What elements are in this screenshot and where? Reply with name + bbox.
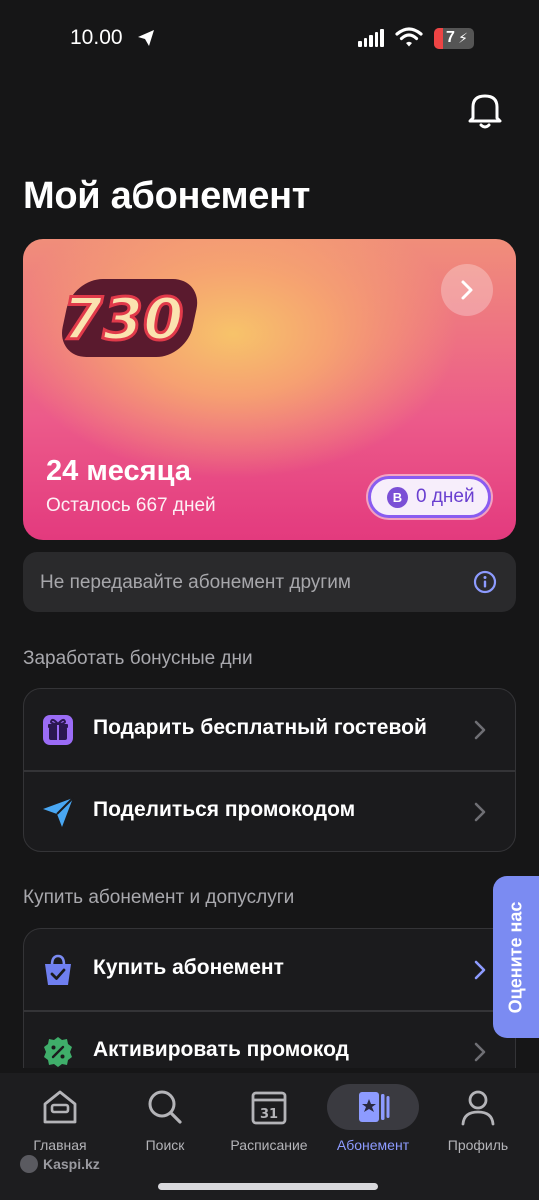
home-indicator[interactable] bbox=[158, 1183, 378, 1190]
calendar-day: 31 bbox=[260, 1107, 278, 1122]
bonus-days: 0 дней bbox=[416, 486, 475, 507]
shopping-bag-icon bbox=[45, 954, 71, 985]
nav-label: Главная bbox=[33, 1137, 87, 1153]
watermark-text: Kaspi.kz bbox=[43, 1156, 100, 1172]
signal-icon bbox=[358, 29, 384, 47]
send-icon bbox=[43, 797, 74, 827]
nav-label: Профиль bbox=[447, 1137, 509, 1153]
info-icon[interactable] bbox=[473, 570, 497, 594]
status-time: 10.00 bbox=[70, 26, 123, 49]
page-title: Мой абонемент bbox=[23, 175, 311, 217]
row-label: Купить абонемент bbox=[93, 956, 284, 979]
nav-label: Абонемент bbox=[336, 1137, 410, 1153]
share-promo-row[interactable]: Поделиться промокодом bbox=[24, 771, 515, 851]
club-logo: 730 bbox=[61, 279, 198, 357]
gift-icon bbox=[43, 715, 73, 745]
nav-label: Расписание bbox=[230, 1137, 308, 1153]
bottom-nav: Главная Поиск 31 Расписание Абонемент Пр… bbox=[0, 1073, 539, 1200]
home-icon bbox=[43, 1090, 77, 1124]
membership-card-icon bbox=[359, 1092, 390, 1122]
chevron-right-icon bbox=[461, 280, 473, 300]
notice-text: Не передавайте абонемент другим bbox=[40, 572, 351, 593]
nav-profile[interactable]: Профиль bbox=[424, 1073, 532, 1163]
buy-list: Купить абонемент Активировать промокод bbox=[23, 928, 516, 1068]
row-label: Подарить бесплатный гостевой bbox=[93, 716, 427, 739]
chevron-right-icon bbox=[474, 960, 486, 980]
gift-guest-row[interactable]: Подарить бесплатный гостевой bbox=[24, 689, 515, 770]
bonus-section-label: Заработать бонусные дни bbox=[23, 648, 253, 669]
bonus-badge-icon: B bbox=[387, 486, 408, 508]
bonus-list: Подарить бесплатный гостевой Поделиться … bbox=[23, 688, 516, 852]
bell-icon[interactable] bbox=[463, 88, 507, 132]
calendar-icon: 31 bbox=[251, 1091, 287, 1125]
logo-text: 730 bbox=[62, 285, 183, 353]
activate-promo-row[interactable]: Активировать промокод bbox=[24, 1011, 515, 1068]
kaspi-watermark: Kaspi.kz bbox=[20, 1155, 100, 1173]
chevron-right-icon bbox=[474, 1042, 486, 1062]
nav-search[interactable]: Поиск bbox=[111, 1073, 219, 1163]
subscription-card[interactable]: 730 24 месяца Осталось 667 дней B 0 дней bbox=[23, 239, 516, 540]
card-open-button[interactable] bbox=[441, 264, 493, 316]
chevron-right-icon bbox=[474, 802, 486, 822]
transfer-notice: Не передавайте абонемент другим bbox=[23, 552, 516, 612]
kaspi-logo-icon bbox=[20, 1155, 38, 1173]
nav-membership[interactable]: Абонемент bbox=[319, 1073, 427, 1163]
rate-us-label: Оцените нас bbox=[505, 901, 526, 1013]
wifi-icon bbox=[395, 27, 423, 47]
nav-label: Поиск bbox=[145, 1137, 185, 1153]
subscription-period: 24 месяца bbox=[46, 455, 191, 487]
days-remaining: Осталось 667 дней bbox=[46, 495, 216, 516]
nav-schedule[interactable]: 31 Расписание bbox=[215, 1073, 323, 1163]
telegram-icon bbox=[138, 30, 154, 46]
promo-badge-icon bbox=[44, 1037, 72, 1067]
profile-icon bbox=[461, 1090, 495, 1126]
nav-home[interactable]: Главная bbox=[6, 1073, 114, 1163]
buy-subscription-row[interactable]: Купить абонемент bbox=[24, 929, 515, 1010]
search-icon bbox=[148, 1090, 182, 1124]
row-label: Поделиться промокодом bbox=[93, 798, 356, 821]
battery-icon: 7 ⚡ bbox=[434, 28, 474, 49]
rate-us-tab[interactable]: Оцените нас bbox=[493, 876, 539, 1038]
battery-level: 7 bbox=[446, 29, 455, 46]
buy-section-label: Купить абонемент и допуслуги bbox=[23, 887, 295, 908]
bonus-days-pill[interactable]: B 0 дней bbox=[368, 476, 491, 518]
chevron-right-icon bbox=[474, 720, 486, 740]
row-label: Активировать промокод bbox=[93, 1038, 349, 1061]
